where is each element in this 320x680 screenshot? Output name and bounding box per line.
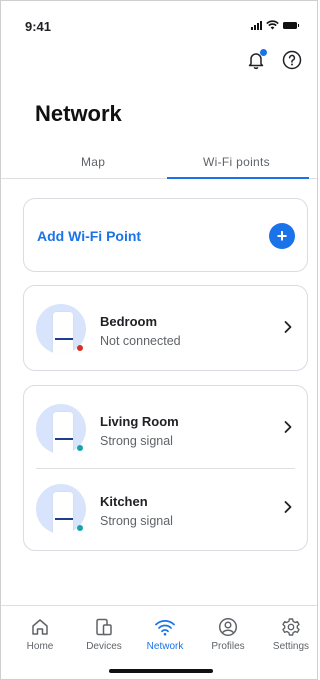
router-device-icon — [53, 412, 73, 454]
wifi-point-status: Strong signal — [100, 514, 173, 528]
chevron-right-icon — [284, 501, 292, 513]
wifi-icon — [155, 620, 175, 636]
nav-settings[interactable]: Settings — [261, 616, 320, 652]
status-icons — [251, 20, 299, 30]
app-screen: 9:41 Network Map Wi-Fi points Add Wi-Fi … — [0, 0, 318, 680]
status-time: 9:41 — [25, 19, 52, 34]
cellular-signal-icon — [251, 20, 262, 30]
wifi-point-row-kitchen[interactable]: Kitchen Strong signal — [24, 468, 307, 548]
page-title: Network — [35, 101, 122, 126]
wifi-point-status: Strong signal — [100, 434, 173, 448]
router-device-icon — [53, 492, 73, 534]
battery-icon — [283, 21, 299, 29]
status-indicator-dot — [77, 345, 83, 351]
nav-profiles-label: Profiles — [211, 641, 245, 652]
active-tab-indicator — [167, 177, 309, 179]
devices-icon — [96, 618, 112, 636]
wifi-point-card: Bedroom Not connected — [23, 285, 308, 371]
status-indicator-dot — [77, 525, 83, 531]
notifications-button[interactable] — [245, 49, 267, 71]
nav-devices-label: Devices — [86, 641, 122, 652]
chevron-right-icon — [284, 421, 292, 433]
add-wifi-point-label: Add Wi-Fi Point — [37, 228, 142, 244]
wifi-point-name: Living Room — [100, 414, 179, 429]
profile-icon — [218, 617, 238, 637]
wifi-point-name: Kitchen — [100, 494, 148, 509]
tab-map[interactable]: Map — [81, 155, 105, 169]
help-icon — [282, 50, 302, 70]
help-button[interactable] — [281, 49, 303, 71]
plus-icon: + — [276, 226, 288, 246]
nav-profiles[interactable]: Profiles — [198, 616, 258, 652]
wifi-point-status: Not connected — [100, 334, 181, 348]
device-led-line — [55, 518, 73, 520]
device-led-line — [55, 338, 73, 340]
wifi-point-name: Bedroom — [100, 314, 158, 329]
nav-home[interactable]: Home — [10, 616, 70, 652]
tab-bar: Map Wi-Fi points — [1, 151, 317, 179]
home-icon — [32, 619, 48, 635]
nav-network[interactable]: Network — [135, 616, 195, 652]
tab-wifi-points[interactable]: Wi-Fi points — [203, 155, 270, 169]
gear-icon — [282, 618, 300, 636]
nav-settings-label: Settings — [272, 641, 310, 652]
nav-network-label: Network — [146, 641, 184, 652]
nav-home-label: Home — [26, 641, 54, 652]
notification-badge — [260, 49, 267, 56]
wifi-point-row-living-room[interactable]: Living Room Strong signal — [24, 388, 307, 468]
add-wifi-point-button[interactable]: + — [269, 223, 295, 249]
status-indicator-dot — [77, 445, 83, 451]
wifi-points-group-card: Living Room Strong signal Kitchen Strong… — [23, 385, 308, 551]
top-actions — [245, 49, 303, 71]
chevron-right-icon — [284, 321, 292, 333]
wifi-status-icon — [266, 20, 279, 30]
nav-devices[interactable]: Devices — [74, 616, 134, 652]
device-led-line — [55, 438, 73, 440]
status-bar: 9:41 — [1, 1, 317, 49]
router-device-icon — [53, 312, 73, 354]
add-wifi-point-card[interactable]: Add Wi-Fi Point + — [23, 198, 308, 272]
wifi-point-row-bedroom[interactable]: Bedroom Not connected — [24, 288, 307, 368]
home-indicator — [109, 669, 213, 673]
